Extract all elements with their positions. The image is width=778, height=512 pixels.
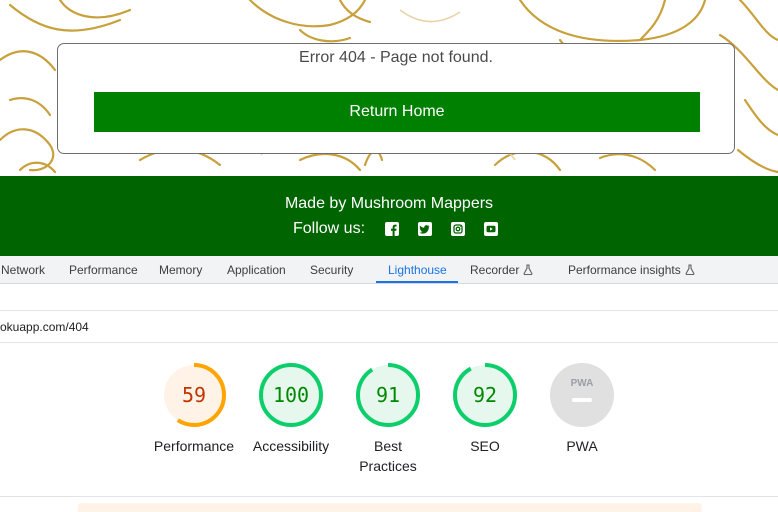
- tab-recorder-label: Recorder: [470, 263, 520, 277]
- lighthouse-toolbar: [0, 284, 778, 311]
- gauge-seo-label: SEO: [470, 438, 500, 454]
- gauge-best-practices-label-line1: Best: [373, 438, 402, 454]
- gauge-pwa[interactable]: PWA PWA: [534, 362, 630, 456]
- section-divider: [0, 496, 778, 497]
- tab-memory[interactable]: Memory: [159, 256, 202, 283]
- tab-security[interactable]: Security: [310, 256, 353, 283]
- twitter-icon[interactable]: [417, 222, 432, 237]
- report-url[interactable]: okuapp.com/404: [0, 320, 89, 334]
- instagram-icon[interactable]: [450, 222, 465, 237]
- tab-recorder[interactable]: Recorder: [470, 256, 533, 283]
- flask-icon: [523, 264, 533, 275]
- gauge-performance-score: 59: [182, 383, 206, 407]
- gauge-accessibility-label: Accessibility: [252, 438, 330, 454]
- tab-performance-insights[interactable]: Performance insights: [568, 256, 695, 283]
- pwa-badge-text: PWA: [571, 378, 594, 389]
- gauge-accessibility-ring: 100: [259, 363, 323, 427]
- tab-application[interactable]: Application: [227, 256, 286, 283]
- follow-label: Follow us:: [293, 220, 366, 237]
- gauge-pwa-label: PWA: [566, 438, 598, 454]
- devtools-tab-bar: Network Performance Memory Application S…: [0, 256, 778, 284]
- flask-icon: [685, 264, 695, 275]
- follow-row: Follow us:: [293, 219, 516, 239]
- gauge-best-practices-score: 91: [376, 383, 400, 407]
- site-background: Error 404 - Page not found. Return Home: [0, 0, 778, 176]
- tab-network[interactable]: Network: [1, 256, 45, 283]
- pwa-badge-icon: PWA: [550, 363, 614, 427]
- facebook-icon[interactable]: [384, 222, 399, 237]
- gauge-best-practices-label-line2: Practices: [359, 458, 417, 474]
- gauge-best-practices-ring: 91: [356, 363, 420, 427]
- youtube-icon[interactable]: [483, 222, 498, 237]
- return-home-button[interactable]: Return Home: [94, 92, 700, 132]
- gauge-seo[interactable]: 92 SEO: [437, 362, 533, 456]
- gauge-seo-score: 92: [473, 383, 497, 407]
- gauge-performance[interactable]: 59 Performance: [146, 362, 242, 456]
- performance-section-header: [78, 503, 702, 512]
- error-card: Error 404 - Page not found. Return Home: [57, 43, 735, 154]
- active-tab-indicator: [376, 281, 458, 283]
- gauge-performance-ring: 59: [162, 363, 226, 427]
- gauge-best-practices[interactable]: 91 Best Practices: [340, 362, 436, 476]
- gauge-accessibility[interactable]: 100 Accessibility: [243, 362, 339, 456]
- gauge-seo-ring: 92: [453, 363, 517, 427]
- gauge-performance-label: Performance: [153, 438, 235, 454]
- gauge-accessibility-score: 100: [273, 383, 309, 407]
- error-message: Error 404 - Page not found.: [299, 49, 493, 66]
- gauge-best-practices-label: Best Practices: [340, 436, 436, 476]
- report-url-bar: okuapp.com/404: [0, 311, 778, 343]
- tab-performance[interactable]: Performance: [69, 256, 138, 283]
- tab-lighthouse[interactable]: Lighthouse: [388, 256, 447, 283]
- site-footer: Made by Mushroom Mappers Follow us:: [0, 176, 778, 256]
- tab-performance-insights-label: Performance insights: [568, 263, 681, 277]
- footer-credit: Made by Mushroom Mappers: [284, 195, 494, 212]
